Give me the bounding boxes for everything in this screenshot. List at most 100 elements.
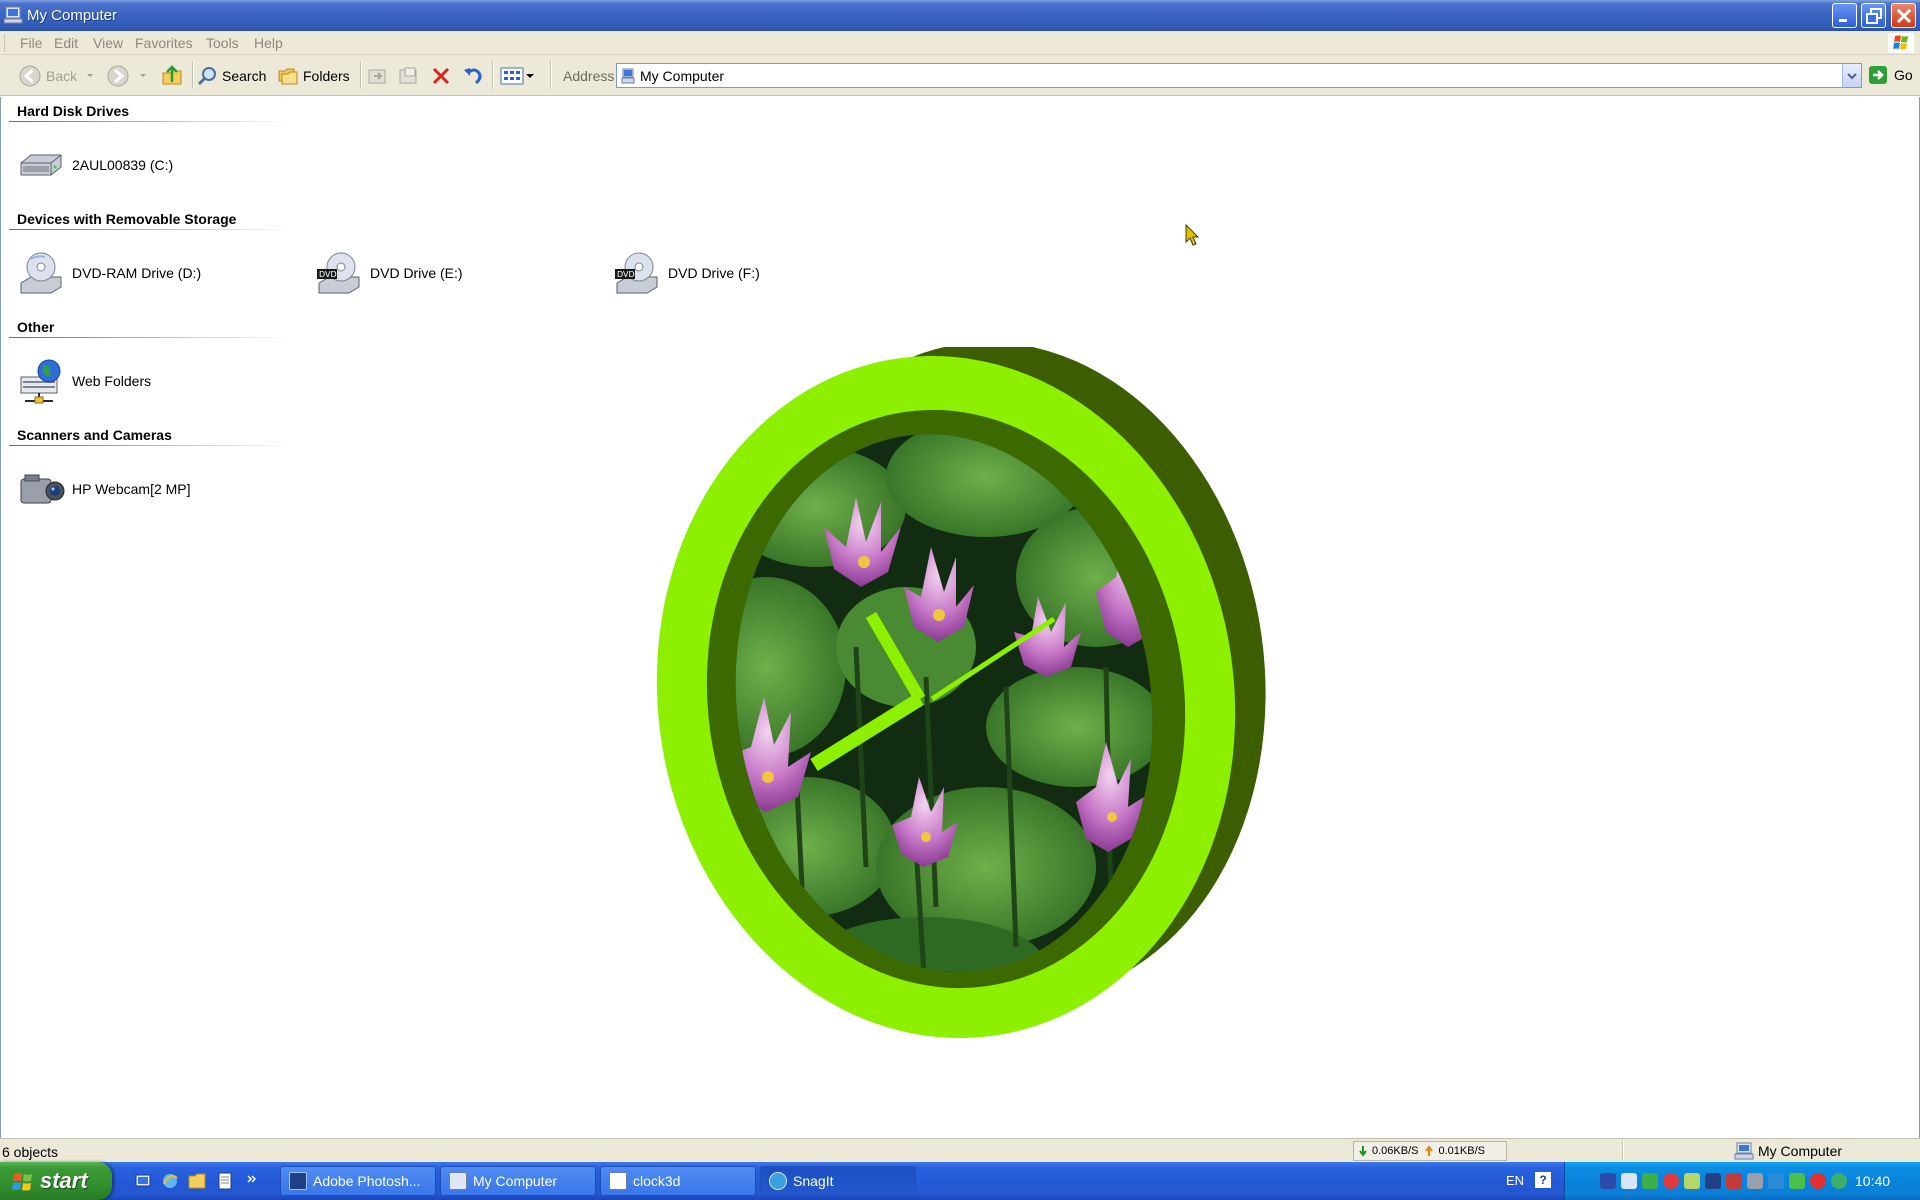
menu-view[interactable]: View: [93, 35, 123, 51]
delete-button[interactable]: [430, 62, 452, 89]
clock-time[interactable]: 10:40: [1855, 1173, 1890, 1189]
tray-sync-icon[interactable]: [1831, 1173, 1847, 1189]
tray-pen-icon[interactable]: [1768, 1173, 1784, 1189]
drive-f-label: DVD Drive (F:): [668, 265, 760, 281]
task-my-computer[interactable]: My Computer: [440, 1166, 596, 1196]
folder-quicklaunch-icon[interactable]: [188, 1172, 206, 1190]
tray-device-icon[interactable]: [1600, 1173, 1616, 1189]
copy-to-button[interactable]: [397, 62, 419, 89]
undo-icon: [464, 67, 482, 84]
photoshop-icon: [289, 1172, 307, 1190]
back-button[interactable]: Back: [18, 62, 97, 89]
download-speed: 0.06KB/S: [1372, 1145, 1419, 1157]
group-header-removable: Devices with Removable Storage: [17, 211, 237, 227]
hp-webcam[interactable]: HP Webcam[2 MP]: [17, 465, 191, 513]
file-list-pane[interactable]: Hard Disk Drives 2AUL00839 (C:) Devices …: [0, 97, 1920, 1138]
address-value: My Computer: [640, 68, 725, 84]
toolbar-separator: [360, 61, 362, 89]
more-quicklaunch-icon[interactable]: [246, 1172, 258, 1190]
drive-f[interactable]: DVD DVD Drive (F:): [613, 249, 760, 297]
tray-users-icon[interactable]: [1684, 1173, 1700, 1189]
taskbar: start Adobe Photosh... My Computer clock…: [0, 1162, 1920, 1200]
tray-update-icon[interactable]: [1810, 1173, 1826, 1189]
search-button[interactable]: Search: [196, 62, 266, 89]
tray-dvd-icon[interactable]: [1705, 1173, 1721, 1189]
drive-d[interactable]: DVD-RAM Drive (D:): [17, 249, 201, 297]
chevron-down-icon: [526, 73, 534, 78]
hard-disk-icon: [20, 154, 62, 176]
minimize-icon: [1839, 19, 1847, 22]
window-icon: [609, 1172, 627, 1190]
svg-text:DVD: DVD: [617, 270, 635, 279]
group-divider: [9, 229, 294, 230]
tray-green-icon[interactable]: [1642, 1173, 1658, 1189]
start-button[interactable]: start: [0, 1162, 112, 1200]
folders-label: Folders: [303, 67, 350, 84]
menu-favorites[interactable]: Favorites: [135, 35, 193, 51]
forward-arrow-icon: [107, 65, 129, 86]
menu-grip[interactable]: [4, 35, 7, 51]
windows-logo-icon: [1888, 33, 1914, 53]
download-arrow-icon: [1359, 1146, 1367, 1157]
tray-opera-icon[interactable]: [1663, 1173, 1679, 1189]
web-folders-icon: [20, 359, 61, 404]
window-title: My Computer: [27, 7, 118, 24]
status-bar: 6 objects 0.06KB/S 0.01KB/S My Computer: [0, 1138, 1920, 1162]
toolbar-separator: [550, 61, 552, 89]
address-dropdown-button[interactable]: [1842, 64, 1861, 87]
chevron-down-icon: [1847, 73, 1857, 80]
object-count: 6 objects: [2, 1144, 59, 1160]
tray-network-icon[interactable]: [1621, 1173, 1637, 1189]
windows-flag-icon: [12, 1173, 32, 1191]
folders-button[interactable]: Folders: [277, 62, 350, 89]
minimize-button[interactable]: [1832, 3, 1857, 28]
title-bar[interactable]: My Computer: [0, 0, 1920, 31]
folders-icon: [278, 68, 298, 84]
address-bar[interactable]: My Computer: [616, 63, 1862, 88]
language-help-icon[interactable]: ?: [1535, 1172, 1551, 1188]
group-header-other: Other: [17, 319, 55, 335]
mouse-cursor-icon: [1185, 224, 1200, 246]
language-indicator[interactable]: EN: [1506, 1173, 1524, 1188]
drive-e-label: DVD Drive (E:): [370, 265, 463, 281]
drive-c[interactable]: 2AUL00839 (C:): [17, 141, 173, 189]
show-desktop-icon[interactable]: [134, 1172, 152, 1190]
start-label: start: [40, 1168, 88, 1193]
close-button[interactable]: [1891, 3, 1916, 28]
move-to-button[interactable]: [366, 62, 388, 89]
forward-button[interactable]: [106, 62, 150, 89]
group-divider: [9, 337, 294, 338]
tray-security-icon[interactable]: [1747, 1173, 1763, 1189]
undo-button[interactable]: [462, 62, 484, 89]
web-folders[interactable]: Web Folders: [17, 357, 151, 405]
task-photoshop[interactable]: Adobe Photosh...: [280, 1166, 436, 1196]
tray-monitor-icon[interactable]: [1726, 1173, 1742, 1189]
menu-file[interactable]: File: [20, 35, 43, 51]
go-button[interactable]: Go: [1868, 65, 1913, 85]
menu-tools[interactable]: Tools: [206, 35, 239, 51]
clock3d-widget[interactable]: [656, 347, 1266, 1047]
task-snagit-label: SnagIt: [793, 1173, 834, 1189]
toolbar-separator: [492, 61, 494, 89]
hp-webcam-label: HP Webcam[2 MP]: [72, 481, 191, 497]
my-computer-icon: [449, 1172, 467, 1190]
chevron-down-icon: [140, 73, 146, 77]
restore-button[interactable]: [1861, 3, 1886, 28]
task-photoshop-label: Adobe Photosh...: [313, 1173, 421, 1189]
my-computer-icon: [1734, 1142, 1754, 1160]
chevron-down-icon: [87, 73, 94, 77]
notepad-icon[interactable]: [216, 1172, 234, 1190]
status-divider: [1622, 1141, 1624, 1161]
internet-explorer-icon[interactable]: [161, 1172, 179, 1190]
tray-shield-icon[interactable]: [1789, 1173, 1805, 1189]
group-header-scanners: Scanners and Cameras: [17, 427, 172, 443]
menu-edit[interactable]: Edit: [54, 35, 78, 51]
drive-e[interactable]: DVD DVD Drive (E:): [315, 249, 463, 297]
up-folder-icon: [162, 64, 182, 84]
up-folder-button[interactable]: [160, 62, 184, 89]
dvd-ram-drive-icon: [20, 252, 62, 294]
task-clock3d[interactable]: clock3d: [600, 1166, 756, 1196]
views-button[interactable]: [500, 62, 536, 89]
menu-help[interactable]: Help: [254, 35, 283, 51]
task-snagit[interactable]: SnagIt: [760, 1166, 916, 1196]
